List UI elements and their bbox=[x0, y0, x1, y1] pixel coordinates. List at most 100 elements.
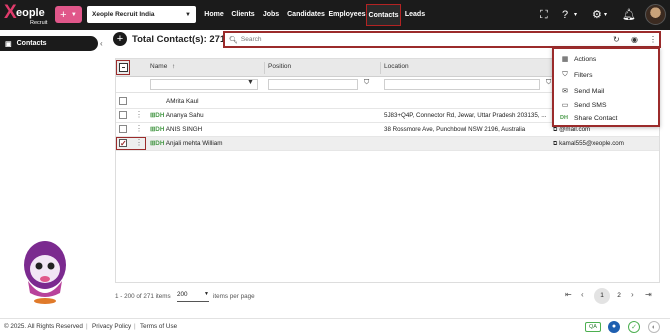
contact-email[interactable]: ⧉ kamal555@xeople.com bbox=[553, 140, 624, 148]
add-contact-button[interactable]: + bbox=[113, 32, 127, 46]
filter-icon[interactable]: ▼ bbox=[247, 79, 254, 86]
filter-icon[interactable]: ⛉ bbox=[546, 79, 551, 87]
footer-divider: | bbox=[134, 323, 136, 330]
more-options-icon[interactable]: ⋮ bbox=[649, 33, 657, 46]
xeople-logo[interactable]: X eople Recruit bbox=[4, 3, 50, 27]
chevron-down-icon[interactable]: ▾ bbox=[604, 0, 607, 30]
contact-email[interactable]: ⧉ @mail.com bbox=[553, 126, 590, 134]
page-number-current[interactable]: 1 bbox=[594, 288, 610, 304]
menu-item-label: Send Mail bbox=[574, 87, 605, 95]
footer-divider: | bbox=[86, 323, 88, 330]
refresh-icon[interactable]: ↻ bbox=[613, 33, 620, 46]
contact-name-text: Anjali mehta William bbox=[165, 140, 223, 147]
nav-contacts[interactable]: Contacts bbox=[366, 4, 401, 26]
next-page-icon[interactable]: › bbox=[631, 290, 634, 299]
plus-icon: + bbox=[60, 8, 67, 21]
logo-sub: Recruit bbox=[30, 20, 48, 26]
bell-icon[interactable]: 🔔︎ bbox=[622, 0, 636, 30]
nav-candidates[interactable]: Candidates bbox=[286, 4, 326, 26]
dh-icon: DH bbox=[560, 115, 568, 121]
contact-email-text: kamal555@xeople.com bbox=[559, 140, 624, 147]
sort-up-icon[interactable]: ↑ bbox=[172, 63, 175, 70]
search-input[interactable] bbox=[240, 36, 601, 43]
nav-clients[interactable]: Clients bbox=[229, 4, 257, 26]
contact-name[interactable]: AMrita Kaul bbox=[166, 98, 199, 105]
gear-icon[interactable]: ⚙ bbox=[592, 0, 602, 30]
nav-leads[interactable]: Leads bbox=[403, 4, 427, 26]
prev-page-icon[interactable]: ‹ bbox=[581, 290, 584, 299]
contact-prefix: DH bbox=[155, 112, 165, 119]
chevron-down-icon: ▼ bbox=[204, 291, 209, 297]
contact-name[interactable]: ⊞DH ANIS SINGH bbox=[150, 126, 202, 133]
menu-item-share-contact[interactable]: DH Share Contact bbox=[560, 111, 617, 125]
column-header-name[interactable]: Name bbox=[150, 63, 167, 70]
row-menu-icon[interactable]: ⋮ bbox=[135, 110, 143, 119]
first-page-icon[interactable]: ⇤ bbox=[565, 290, 572, 299]
contact-name-text: ANIS SINGH bbox=[165, 126, 203, 133]
company-select-value: Xeople Recruit India bbox=[92, 11, 155, 18]
pagination-bar: 1 - 200 of 271 items 200 ▼ items per pag… bbox=[115, 286, 660, 306]
row-checkbox-checked[interactable]: ✓ bbox=[119, 139, 127, 148]
fullscreen-icon[interactable]: ⛶ bbox=[540, 0, 548, 30]
target-icon[interactable]: ◉ bbox=[631, 33, 638, 46]
select-all-checkbox[interactable] bbox=[119, 63, 128, 72]
row-menu-icon[interactable]: ⋮ bbox=[135, 124, 143, 133]
page-size-select[interactable]: 200 ▼ bbox=[177, 291, 209, 302]
sidebar-item-contacts[interactable]: ▣ Contacts bbox=[0, 36, 98, 51]
collapse-sidebar-icon[interactable]: ‹ bbox=[100, 39, 103, 48]
footer: © 2025. All Rights Reserved | Privacy Po… bbox=[0, 318, 670, 335]
position-filter-input[interactable] bbox=[268, 79, 358, 90]
contact-prefix: DH bbox=[155, 126, 165, 133]
copyright-text: © 2025. All Rights Reserved bbox=[4, 323, 83, 330]
qa-badge: QA bbox=[585, 322, 601, 332]
sms-icon: ▭ bbox=[561, 102, 569, 109]
chevron-down-icon: ▼ bbox=[70, 11, 77, 18]
menu-item-actions[interactable]: ▦ Actions bbox=[560, 52, 597, 66]
status-icon[interactable]: ◐ bbox=[648, 321, 660, 333]
contact-name[interactable]: ⊞DH Ananya Sahu bbox=[150, 112, 204, 119]
row-checkbox[interactable] bbox=[119, 111, 127, 119]
menu-item-send-sms[interactable]: ▭ Send SMS bbox=[560, 98, 607, 112]
quick-add-button[interactable]: + ▼ bbox=[55, 6, 82, 23]
row-checkbox[interactable] bbox=[119, 97, 127, 105]
table-row-selected[interactable]: ✓ ⋮ ⊞DH Anjali mehta William ⧉ kamal555@… bbox=[116, 137, 659, 151]
terms-of-use-link[interactable]: Terms of Use bbox=[140, 323, 177, 330]
chevron-down-icon[interactable]: ▾ bbox=[574, 0, 577, 30]
per-page-label: items per page bbox=[213, 293, 255, 300]
nav-employees[interactable]: Employees bbox=[328, 4, 366, 26]
contacts-icon: ▣ bbox=[5, 40, 12, 48]
help-icon[interactable]: ? bbox=[562, 0, 568, 30]
menu-item-label: Send SMS bbox=[574, 101, 607, 109]
name-filter-input[interactable] bbox=[150, 79, 258, 90]
row-menu-icon[interactable]: ⋮ bbox=[135, 138, 143, 147]
nav-home[interactable]: Home bbox=[201, 4, 227, 26]
filter-icon[interactable]: ⛉ bbox=[364, 79, 369, 87]
column-header-location[interactable]: Location bbox=[384, 63, 409, 70]
menu-item-send-mail[interactable]: ✉ Send Mail bbox=[560, 84, 604, 98]
column-divider bbox=[380, 62, 381, 74]
row-checkbox[interactable] bbox=[119, 125, 127, 133]
contact-location: 38 Rossmore Ave, Punchbowl NSW 2196, Aus… bbox=[384, 126, 526, 133]
location-filter-input[interactable] bbox=[384, 79, 540, 90]
check-circle-icon[interactable]: ✓ bbox=[628, 321, 640, 333]
column-header-position[interactable]: Position bbox=[268, 63, 291, 70]
page-title: Total Contact(s): 271 bbox=[132, 34, 226, 45]
last-page-icon[interactable]: ⇥ bbox=[645, 290, 652, 299]
user-icon[interactable]: ● bbox=[608, 321, 620, 333]
company-select[interactable]: Xeople Recruit India ▼ bbox=[87, 6, 196, 23]
grid-icon: ▦ bbox=[561, 56, 569, 63]
contact-email-text: @mail.com bbox=[559, 126, 591, 133]
pagination-info: 1 - 200 of 271 items bbox=[115, 293, 171, 300]
chevron-down-icon: ▼ bbox=[185, 11, 191, 18]
menu-item-filters[interactable]: ⛉ Filters bbox=[560, 68, 592, 82]
privacy-policy-link[interactable]: Privacy Policy bbox=[92, 323, 131, 330]
logo-word: eople bbox=[16, 7, 45, 19]
contact-name-text: Ananya Sahu bbox=[165, 112, 204, 119]
user-avatar[interactable] bbox=[645, 4, 666, 25]
page-number[interactable]: 2 bbox=[611, 288, 627, 304]
mail-icon: ✉ bbox=[562, 88, 568, 95]
sidebar-item-label: Contacts bbox=[16, 40, 47, 47]
contact-name[interactable]: ⊞DH Anjali mehta William bbox=[150, 140, 222, 147]
nav-jobs[interactable]: Jobs bbox=[260, 4, 282, 26]
logo-mark: X bbox=[4, 2, 17, 23]
